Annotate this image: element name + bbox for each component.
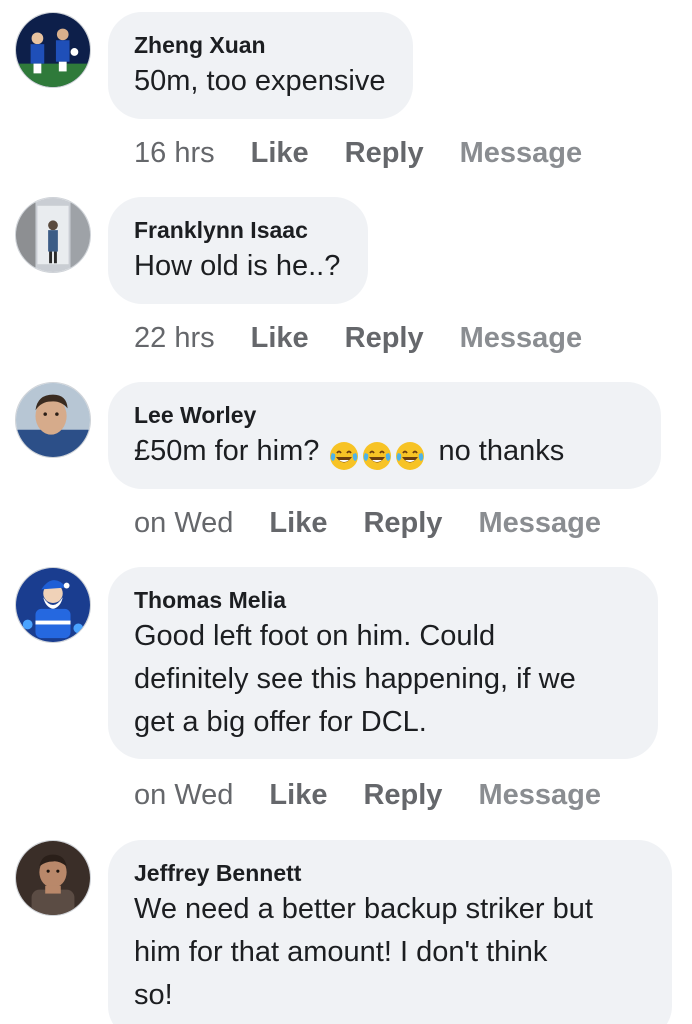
avatar[interactable] xyxy=(15,12,91,88)
like-button[interactable]: Like xyxy=(251,322,309,354)
man-portrait-avatar-icon xyxy=(16,383,90,457)
comment-text-line: get a big offer for DCL. xyxy=(134,706,427,738)
reply-button[interactable]: Reply xyxy=(345,322,424,354)
emoji-group xyxy=(329,434,428,477)
comment-text: Good left foot on him. Could definitely … xyxy=(134,615,630,744)
comment-bubble: Jeffrey Bennett We need a better backup … xyxy=(108,840,672,1024)
comment-bubble: Lee Worley £50m for him? no thanks xyxy=(108,382,661,489)
reply-button[interactable]: Reply xyxy=(345,137,424,169)
avatar[interactable] xyxy=(15,840,91,916)
comment-timestamp[interactable]: 22 hrs xyxy=(134,322,215,354)
avatar[interactable] xyxy=(15,567,91,643)
comment-thread: Zheng Xuan 50m, too expensive 16 hrs Like… xyxy=(0,0,692,1024)
comment-author[interactable]: Thomas Melia xyxy=(134,585,630,615)
football-team-avatar-icon xyxy=(16,13,90,87)
comment-text-line: We need a better backup striker but xyxy=(134,893,593,925)
comment-text-line: him for that amount! I don't think xyxy=(134,936,548,968)
reply-button[interactable]: Reply xyxy=(363,507,442,539)
comment-author[interactable]: Jeffrey Bennett xyxy=(134,858,644,888)
comment-actions: 16 hrs Like Reply Message xyxy=(134,135,582,171)
comment-text-line: Good left foot on him. Could xyxy=(134,620,496,652)
message-button[interactable]: Message xyxy=(460,137,583,169)
comment-text: 50m, too expensive xyxy=(134,65,386,97)
comment-author[interactable]: Franklynn Isaac xyxy=(134,215,340,245)
person-doorway-avatar-icon xyxy=(16,198,90,272)
avatar[interactable] xyxy=(15,382,91,458)
comment-text-after: no thanks xyxy=(438,435,565,467)
like-button[interactable]: Like xyxy=(269,507,327,539)
comment-author[interactable]: Zheng Xuan xyxy=(134,30,385,60)
comment-actions: on Wed Like Reply Message xyxy=(134,777,601,813)
face-with-tears-of-joy-icon xyxy=(396,442,425,471)
comment-text-line: so! xyxy=(134,979,173,1011)
comment-text: How old is he..? xyxy=(134,250,341,282)
comment-text-before: £50m for him? xyxy=(134,435,320,467)
comment-timestamp[interactable]: on Wed xyxy=(134,507,233,539)
reply-button[interactable]: Reply xyxy=(363,779,442,811)
avatar[interactable] xyxy=(15,197,91,273)
comment-actions: 22 hrs Like Reply Message xyxy=(134,320,582,356)
message-button[interactable]: Message xyxy=(478,779,601,811)
comment-author[interactable]: Lee Worley xyxy=(134,400,633,430)
comment-text: £50m for him? no thanks xyxy=(134,430,633,477)
face-with-tears-of-joy-icon xyxy=(363,442,392,471)
man-dark-avatar-icon xyxy=(16,841,90,915)
comment-text-line: definitely see this happening, if we xyxy=(134,663,576,695)
blue-santa-avatar-icon xyxy=(16,568,90,642)
face-with-tears-of-joy-icon xyxy=(330,442,359,471)
comment-timestamp[interactable]: on Wed xyxy=(134,779,233,811)
comment-bubble: Thomas Melia Good left foot on him. Coul… xyxy=(108,567,658,759)
message-button[interactable]: Message xyxy=(460,322,583,354)
message-button[interactable]: Message xyxy=(478,507,601,539)
comment-actions: on Wed Like Reply Message xyxy=(134,505,601,541)
like-button[interactable]: Like xyxy=(251,137,309,169)
like-button[interactable]: Like xyxy=(269,779,327,811)
comment-bubble: Zheng Xuan 50m, too expensive xyxy=(108,12,414,119)
comment-text: We need a better backup striker but him … xyxy=(134,888,644,1017)
comment-timestamp[interactable]: 16 hrs xyxy=(134,137,215,169)
comment-bubble: Franklynn Isaac How old is he..? xyxy=(108,197,369,304)
